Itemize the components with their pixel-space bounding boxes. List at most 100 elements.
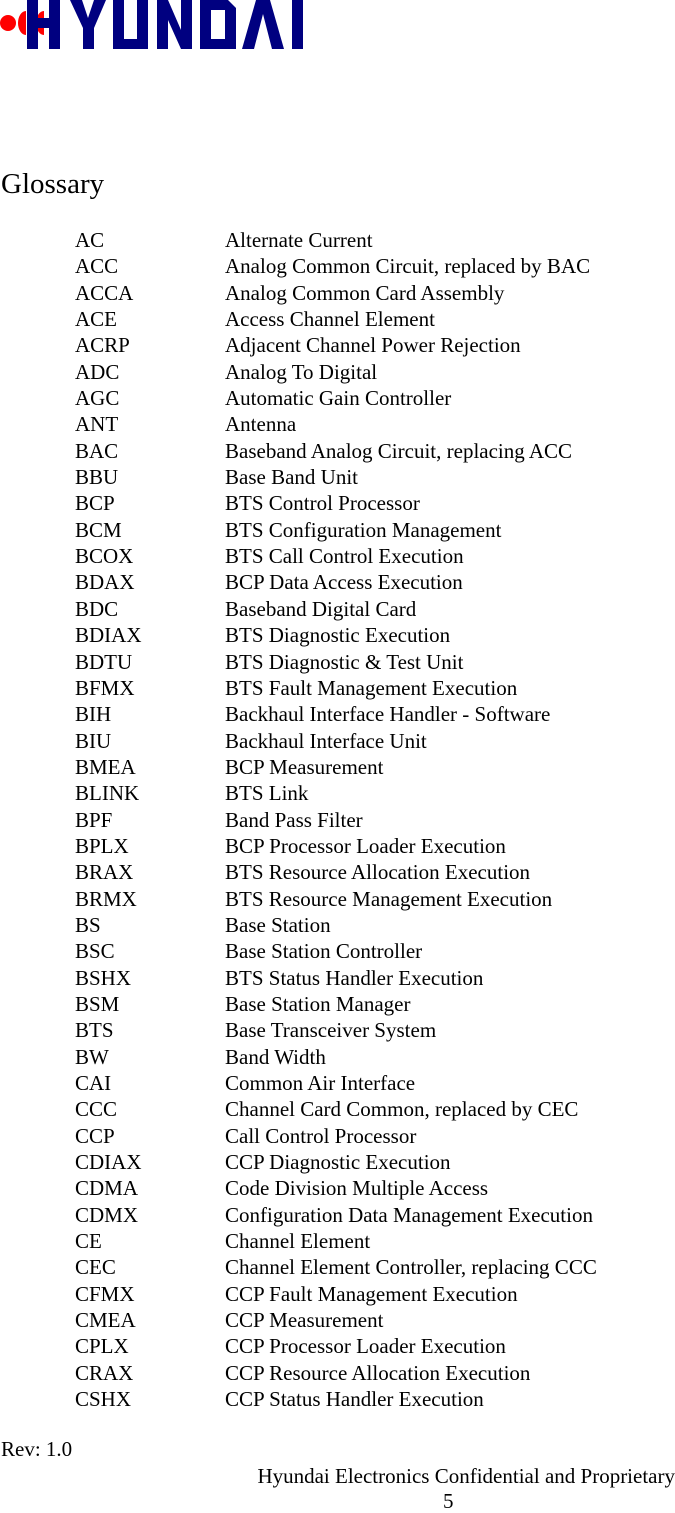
glossary-abbreviation: ACC xyxy=(75,254,119,279)
glossary-abbreviation: ADC xyxy=(75,359,120,384)
glossary-entry: CFMX CCP Fault Management Execution xyxy=(75,1281,675,1307)
glossary-abbreviation: BCM xyxy=(75,517,122,542)
glossary-abbreviation: BDIAX xyxy=(75,623,142,648)
glossary-abbreviation: CDMX xyxy=(75,1202,139,1227)
glossary-definition: Channel Card Common, replaced by CEC xyxy=(225,1097,579,1122)
glossary-definition: Antenna xyxy=(225,412,297,437)
glossary-definition: CCP Diagnostic Execution xyxy=(225,1150,451,1175)
glossary-abbreviation: CDMA xyxy=(75,1176,139,1201)
glossary-definition: Automatic Gain Controller xyxy=(225,386,452,411)
glossary-definition: Common Air Interface xyxy=(225,1071,416,1095)
glossary-definition: Alternate Current xyxy=(225,228,373,252)
logo-dot-icon xyxy=(18,11,26,35)
glossary-abbreviation: CPLX xyxy=(75,1334,129,1359)
glossary-entry: BDIAX BTS Diagnostic Execution xyxy=(75,622,675,648)
glossary-entry: CSHX CCP Status Handler Execution xyxy=(75,1386,675,1412)
glossary-definition: Call Control Processor xyxy=(225,1123,417,1148)
glossary-definition: Analog Common Circuit, replaced by BAC xyxy=(225,254,591,279)
glossary-entry: BDC Baseband Digital Card xyxy=(75,596,675,622)
glossary-definition: BCP Data Access Execution xyxy=(225,570,463,595)
glossary-entry: BFMX BTS Fault Management Execution xyxy=(75,675,675,701)
glossary-definition: BTS Call Control Execution xyxy=(225,544,464,569)
glossary-definition: Code Division Multiple Access xyxy=(225,1176,489,1201)
glossary-abbreviation: CEC xyxy=(75,1255,116,1280)
glossary-abbreviation: ACE xyxy=(75,307,117,332)
glossary-definition: Analog Common Card Assembly xyxy=(225,280,505,305)
glossary-definition: Backhaul Interface Handler - Software xyxy=(225,702,551,727)
glossary-entry: BPLX BCP Processor Loader Execution xyxy=(75,833,675,859)
glossary-definition: CCP Fault Management Execution xyxy=(225,1281,518,1306)
glossary-entry: BSM Base Station Manager xyxy=(75,991,675,1017)
glossary-abbreviation: CRAX xyxy=(75,1360,134,1385)
glossary-entry: CDMX Configuration Data Management Execut… xyxy=(75,1202,675,1228)
glossary-definition: BTS Fault Management Execution xyxy=(225,675,518,700)
glossary-abbreviation: BDC xyxy=(75,596,119,621)
glossary-entry: BSC Base Station Controller xyxy=(75,938,675,964)
glossary-definition: CCP Processor Loader Execution xyxy=(225,1334,506,1359)
glossary-definition: Base Station Manager xyxy=(225,991,411,1016)
glossary-abbreviation: CCC xyxy=(75,1097,118,1122)
glossary-abbreviation: BIU xyxy=(75,728,112,753)
glossary-entry: ACCA Analog Common Card Assembly xyxy=(75,280,675,306)
glossary-abbreviation: AGC xyxy=(75,386,120,411)
glossary-abbreviation: BS xyxy=(75,912,101,937)
glossary-abbreviation: ANT xyxy=(75,412,119,437)
glossary-entry: CRAX CCP Resource Allocation Execution xyxy=(75,1360,675,1386)
glossary-definition: Channel Element xyxy=(225,1229,371,1254)
glossary-definition: Baseband Digital Card xyxy=(225,596,417,621)
glossary-abbreviation: BMEA xyxy=(75,754,136,779)
glossary-abbreviation: BDTU xyxy=(75,649,133,674)
glossary-abbreviation: ACCA xyxy=(75,280,134,305)
glossary-entry: BDAX BCP Data Access Execution xyxy=(75,569,675,595)
glossary-definition: BTS Control Processor xyxy=(225,491,420,516)
glossary-abbreviation: BAC xyxy=(75,438,119,463)
glossary-abbreviation: BRMX xyxy=(75,886,137,911)
glossary-entry: CMEA CCP Measurement xyxy=(75,1307,675,1333)
glossary-entry: ADC Analog To Digital xyxy=(75,359,675,385)
glossary-entry: BRMX BTS Resource Management Execution xyxy=(75,886,675,912)
glossary-abbreviation: BLINK xyxy=(75,781,140,806)
glossary-entry: CEC Channel Element Controller, replacing… xyxy=(75,1254,675,1280)
glossary-definition: Analog To Digital xyxy=(225,359,378,384)
glossary-abbreviation: BSHX xyxy=(75,965,132,990)
glossary-entry: ACC Analog Common Circuit, replaced by BA… xyxy=(75,253,675,279)
glossary-definition: BTS Diagnostic Execution xyxy=(225,623,451,648)
glossary-abbreviation: CFMX xyxy=(75,1281,135,1306)
revision-label: Rev: 1.0 xyxy=(1,1437,73,1461)
glossary-definition: Base Band Unit xyxy=(225,465,358,490)
glossary-abbreviation: BCP xyxy=(75,491,115,516)
glossary-list: AC Alternate Current ACC Analog Common Circ… xyxy=(75,227,675,1412)
glossary-entry: BW Band Width xyxy=(75,1044,675,1070)
glossary-entry: BSHX BTS Status Handler Execution xyxy=(75,965,675,991)
glossary-definition: Base Transceiver System xyxy=(225,1018,437,1043)
glossary-abbreviation: BW xyxy=(75,1044,109,1069)
hyundai-logo xyxy=(0,0,330,52)
page-title: Glossary xyxy=(1,168,105,200)
glossary-definition: CCP Measurement xyxy=(225,1308,384,1333)
glossary-entry: CCP Call Control Processor xyxy=(75,1123,675,1149)
glossary-entry: CDIAX CCP Diagnostic Execution xyxy=(75,1149,675,1175)
glossary-abbreviation: AC xyxy=(75,228,105,252)
glossary-definition: Band Pass Filter xyxy=(225,807,363,832)
page-number: 5 xyxy=(443,1489,454,1513)
glossary-abbreviation: ACRP xyxy=(75,333,130,358)
glossary-definition: Base Station xyxy=(225,912,331,937)
glossary-entry: ANT Antenna xyxy=(75,411,675,437)
glossary-definition: CCP Status Handler Execution xyxy=(225,1387,484,1412)
glossary-abbreviation: BRAX xyxy=(75,860,134,885)
glossary-entry: BDTU BTS Diagnostic & Test Unit xyxy=(75,649,675,675)
glossary-abbreviation: BPLX xyxy=(75,833,129,858)
glossary-abbreviation: BBU xyxy=(75,465,119,490)
glossary-entry: AGC Automatic Gain Controller xyxy=(75,385,675,411)
glossary-entry: BTS Base Transceiver System xyxy=(75,1017,675,1043)
glossary-abbreviation: BCOX xyxy=(75,544,134,569)
glossary-abbreviation: CCP xyxy=(75,1123,115,1148)
glossary-definition: BTS Resource Management Execution xyxy=(225,886,553,911)
glossary-entry: CAI Common Air Interface xyxy=(75,1070,675,1096)
glossary-entry: BRAX BTS Resource Allocation Execution xyxy=(75,859,675,885)
glossary-abbreviation: BSC xyxy=(75,939,115,964)
glossary-abbreviation: BSM xyxy=(75,991,120,1016)
glossary-definition: BTS Diagnostic & Test Unit xyxy=(225,649,464,674)
glossary-definition: BTS Configuration Management xyxy=(225,517,502,542)
glossary-definition: BCP Measurement xyxy=(225,754,384,779)
